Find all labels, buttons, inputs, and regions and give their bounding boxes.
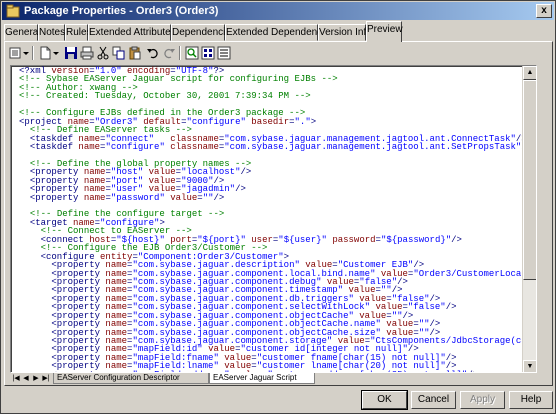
save-icon[interactable] [63, 45, 79, 61]
code-line: <taskdef name="configure" classname="com… [29, 141, 532, 152]
window-title: Package Properties - Order3 (Order3) [24, 5, 219, 17]
file-tab-configuration-descriptor[interactable]: EAServer Configuration Descriptor [53, 373, 209, 384]
vertical-scrollbar[interactable]: ▲ ▼ [522, 66, 536, 372]
package-properties-window: Package Properties - Order3 (Order3) x G… [0, 0, 556, 414]
code-line: <!-- Created: Tuesday, October 30, 2001 … [19, 91, 311, 102]
title-bar[interactable]: Package Properties - Order3 (Order3) x [2, 2, 554, 20]
new-document-icon[interactable] [37, 45, 53, 61]
apply-button[interactable]: Apply [460, 391, 505, 409]
toolbar-separator [179, 46, 181, 60]
toolbar-separator [32, 46, 34, 60]
copy-icon[interactable] [111, 45, 127, 61]
tab-general[interactable]: General [4, 24, 41, 41]
options-icon[interactable] [216, 45, 232, 61]
code-text: <?xml version="1.0" encoding="UTF-8"?> <!… [19, 67, 536, 373]
properties-icon[interactable] [7, 45, 23, 61]
package-icon [6, 4, 20, 18]
preview-toolbar [7, 45, 231, 63]
undo-icon[interactable] [145, 45, 161, 61]
tab-notes[interactable]: Notes [38, 24, 65, 41]
scroll-down-icon[interactable]: ▼ [523, 360, 536, 372]
ok-button-label: OK [377, 394, 392, 405]
chevron-down-icon[interactable] [22, 45, 30, 61]
help-button[interactable]: Help [509, 391, 553, 409]
scroll-up-icon[interactable]: ▲ [523, 66, 536, 80]
chevron-down-icon[interactable] [52, 45, 60, 61]
paste-icon[interactable] [127, 45, 143, 61]
print-icon[interactable] [79, 45, 95, 61]
close-button[interactable]: x [536, 4, 552, 18]
next-tab-icon[interactable]: ▶ [31, 373, 41, 384]
file-tab-jaguar-script[interactable]: EAServer Jaguar Script [209, 373, 315, 384]
apply-button-label: Apply [469, 394, 495, 405]
scrollbar-thumb[interactable] [523, 80, 536, 280]
view-icon[interactable] [200, 45, 216, 61]
first-tab-icon[interactable]: |◀ [11, 373, 21, 384]
tab-dependencies[interactable]: Dependencies [171, 24, 236, 41]
tab-extended-attributes[interactable]: Extended Attributes [88, 24, 176, 41]
find-icon[interactable] [184, 45, 200, 61]
tab-version-info[interactable]: Version Info [318, 24, 372, 41]
ok-button[interactable]: OK [361, 390, 408, 410]
tab-rules[interactable]: Rules [65, 24, 92, 41]
cancel-button[interactable]: Cancel [411, 391, 456, 409]
tab-preview[interactable]: Preview [366, 21, 403, 42]
help-button-label: Help [520, 394, 542, 405]
tab-extended-dependencies[interactable]: Extended Dependencies [225, 24, 335, 41]
prev-tab-icon[interactable]: ◀ [21, 373, 31, 384]
file-tab-strip: |◀ ◀ ▶ ▶| EAServer Configuration Descrip… [10, 373, 537, 385]
cancel-button-label: Cancel [417, 394, 450, 405]
redo-icon[interactable] [161, 45, 177, 61]
tab-strip: General Notes Rules Extended Attributes … [4, 21, 552, 42]
cut-icon[interactable] [95, 45, 111, 61]
code-preview-editor[interactable]: <?xml version="1.0" encoding="UTF-8"?> <!… [10, 65, 537, 373]
last-tab-icon[interactable]: ▶| [41, 373, 51, 384]
code-line: <property name="password" value=""/> [29, 192, 225, 203]
